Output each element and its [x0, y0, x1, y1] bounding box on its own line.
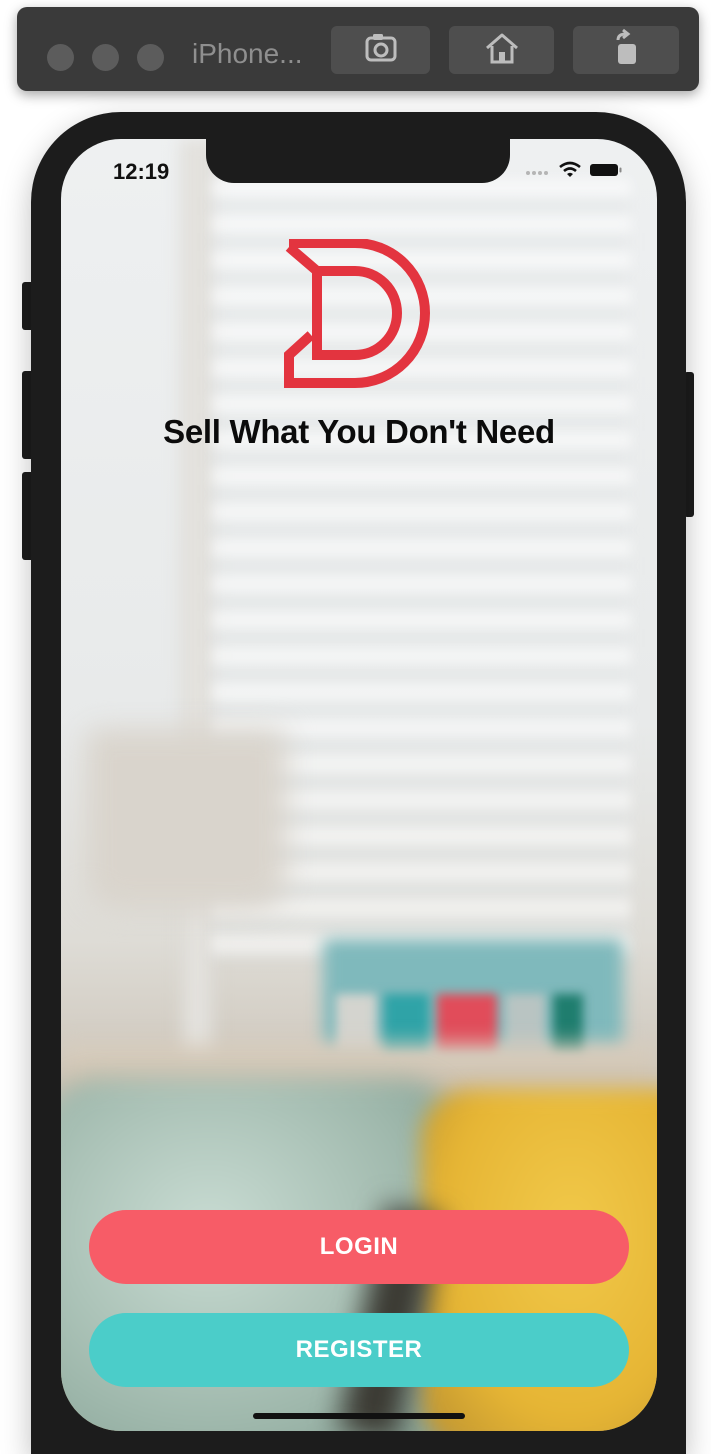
screenshot-button[interactable]: [331, 26, 430, 74]
battery-icon: [589, 162, 623, 183]
brand-logo: [283, 238, 433, 389]
window-minimize-button[interactable]: [92, 44, 119, 71]
register-label: REGISTER: [295, 1336, 423, 1363]
app-screen: 12:19 Sell What You Don't Need LOGIN REG…: [61, 139, 657, 1431]
tagline: Sell What You Don't Need: [163, 413, 555, 450]
screenshot-icon: [361, 28, 401, 73]
simulator-toolbar: iPhone...: [17, 7, 699, 91]
status-time: 12:19: [113, 159, 170, 184]
signal-dots-icon: [525, 164, 551, 182]
window-close-button[interactable]: [47, 44, 74, 71]
status-icons: [525, 161, 623, 184]
rotate-icon: [606, 28, 646, 73]
home-indicator[interactable]: [253, 1413, 465, 1419]
register-button[interactable]: REGISTER: [89, 1313, 629, 1387]
simulator-title: iPhone...: [192, 38, 303, 69]
login-button[interactable]: LOGIN: [89, 1210, 629, 1284]
notch: [206, 139, 510, 183]
login-label: LOGIN: [319, 1233, 399, 1260]
window-zoom-button[interactable]: [137, 44, 164, 71]
home-icon: [482, 28, 522, 73]
home-button[interactable]: [449, 26, 554, 74]
wifi-icon: [559, 161, 581, 184]
rotate-button[interactable]: [573, 26, 679, 74]
